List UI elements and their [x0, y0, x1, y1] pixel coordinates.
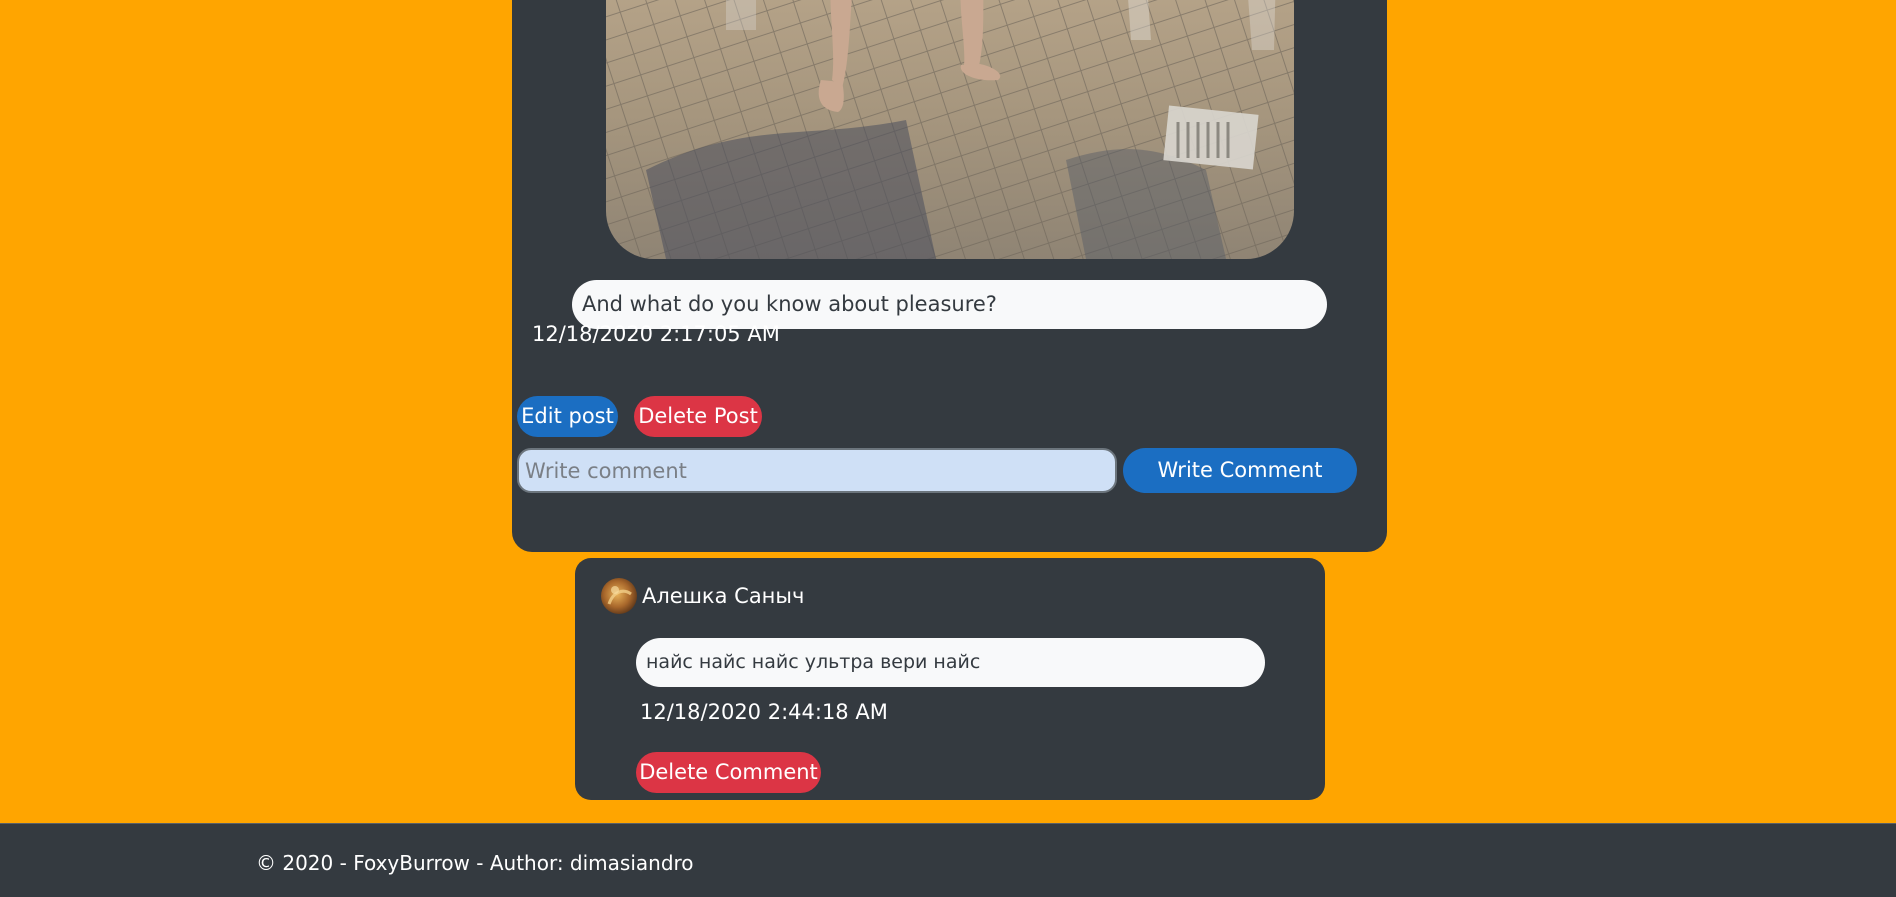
avatar: [601, 578, 637, 614]
delete-comment-button[interactable]: Delete Comment: [636, 752, 821, 793]
comment-author: Алешка Саныч: [642, 584, 805, 608]
post-image: [606, 0, 1294, 259]
delete-post-button[interactable]: Delete Post: [634, 396, 762, 437]
write-comment-button[interactable]: Write Comment: [1123, 448, 1357, 493]
footer: © 2020 - FoxyBurrow - Author: dimasiandr…: [0, 823, 1896, 897]
post-card: And what do you know about pleasure? 12/…: [512, 0, 1387, 552]
edit-post-button[interactable]: Edit post: [517, 396, 618, 437]
post-date: 12/18/2020 2:17:05 AM: [532, 322, 780, 346]
footer-text: © 2020 - FoxyBurrow - Author: dimasiandr…: [256, 851, 694, 875]
comment-text: найс найс найс ультра вери найс: [636, 638, 1265, 687]
comment-date: 12/18/2020 2:44:18 AM: [640, 700, 888, 724]
comment-card: Алешка Саныч найс найс найс ультра вери …: [575, 558, 1325, 800]
comment-input[interactable]: [517, 448, 1117, 493]
